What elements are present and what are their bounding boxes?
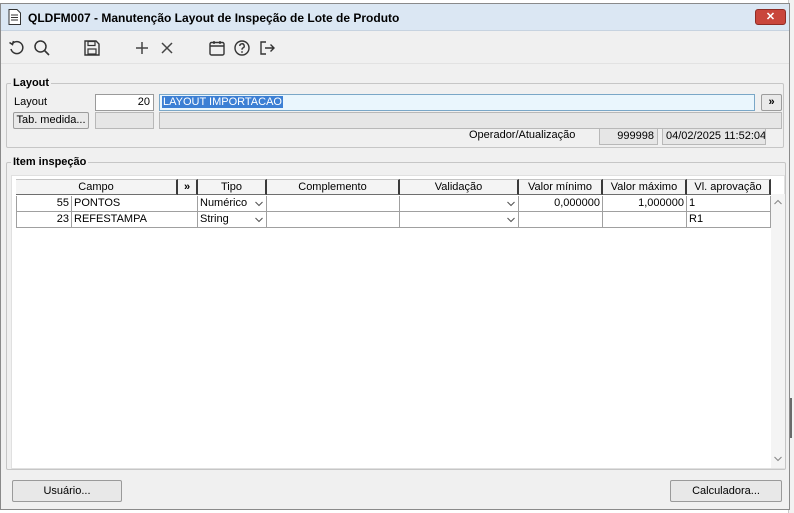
calculadora-button[interactable]: Calculadora... <box>670 480 782 502</box>
col-vl-aprovacao[interactable]: Vl. aprovação <box>687 179 771 195</box>
item-inspecao-group: Item inspeção Campo » Tipo Complemento V… <box>6 155 786 470</box>
campo-nome-cell[interactable]: REFESTAMPA <box>72 212 198 228</box>
double-chevron-icon: » <box>768 96 775 108</box>
double-chevron-icon: » <box>183 181 191 193</box>
exit-button[interactable] <box>257 38 277 58</box>
valor-maximo-cell[interactable] <box>603 212 687 228</box>
tipo-value: Numérico <box>200 197 248 209</box>
item-inspecao-legend: Item inspeção <box>11 155 89 169</box>
valor-minimo-cell[interactable] <box>519 212 603 228</box>
complemento-cell[interactable] <box>267 212 400 228</box>
layout-group: Layout Layout 20 LAYOUT IMPORTACAO » Tab… <box>6 76 784 148</box>
col-complemento[interactable]: Complemento <box>267 179 400 195</box>
col-expand-button[interactable]: » <box>178 179 198 195</box>
layout-code-field[interactable]: 20 <box>95 94 154 111</box>
tipo-value: String <box>200 213 229 225</box>
tipo-cell[interactable]: Numérico <box>198 196 267 212</box>
delete-button[interactable] <box>157 38 177 58</box>
chevron-down-icon[interactable] <box>774 456 782 462</box>
chevron-up-icon[interactable] <box>774 199 782 205</box>
valor-minimo-cell[interactable]: 0,000000 <box>519 196 603 212</box>
atualizacao-field: 04/02/2025 11:52:04 <box>662 128 766 145</box>
tipo-cell[interactable]: String <box>198 212 267 228</box>
layout-group-legend: Layout <box>11 76 52 90</box>
main-window: QLDFM007 - Manutenção Layout de Inspeção… <box>0 3 790 510</box>
calendar-button[interactable] <box>207 38 227 58</box>
operador-field: 999998 <box>599 128 658 145</box>
add-button[interactable] <box>132 38 152 58</box>
item-grid: Campo » Tipo Complemento Validação Valor… <box>11 175 785 469</box>
tab-medida-button[interactable]: Tab. medida... <box>13 112 89 129</box>
save-icon <box>84 40 100 56</box>
tab-medida-desc-field <box>159 112 782 129</box>
operador-label: Operador/Atualização <box>469 129 576 141</box>
layout-name-field[interactable]: LAYOUT IMPORTACAO <box>159 94 755 111</box>
document-icon <box>8 9 21 25</box>
search-button[interactable] <box>32 38 52 58</box>
campo-num-cell[interactable]: 23 <box>16 212 72 228</box>
search-icon <box>34 40 50 56</box>
validacao-cell[interactable] <box>400 196 519 212</box>
col-tipo[interactable]: Tipo <box>198 179 267 195</box>
tab-medida-label: Tab. medida... <box>16 114 86 126</box>
close-button[interactable]: ✕ <box>755 9 786 25</box>
toolbar <box>1 32 789 64</box>
col-valor-minimo[interactable]: Valor mínimo <box>519 179 603 195</box>
delete-icon <box>161 42 173 54</box>
col-validacao[interactable]: Validação <box>400 179 519 195</box>
save-button[interactable] <box>82 38 102 58</box>
calculadora-button-label: Calculadora... <box>692 485 760 497</box>
layout-label: Layout <box>14 96 48 108</box>
layout-name-value: LAYOUT IMPORTACAO <box>162 96 283 108</box>
col-valor-maximo[interactable]: Valor máximo <box>603 179 687 195</box>
usuario-button-label: Usuário... <box>43 485 91 497</box>
help-button[interactable] <box>232 38 252 58</box>
chevron-down-icon <box>507 201 515 207</box>
close-icon: ✕ <box>765 11 776 23</box>
valor-maximo-cell[interactable]: 1,000000 <box>603 196 687 212</box>
exit-icon <box>260 41 275 55</box>
complemento-cell[interactable] <box>267 196 400 212</box>
title-bar[interactable]: QLDFM007 - Manutenção Layout de Inspeção… <box>1 4 789 31</box>
col-campo[interactable]: Campo <box>16 179 178 195</box>
campo-num-cell[interactable]: 55 <box>16 196 72 212</box>
help-icon <box>234 40 250 56</box>
vl-aprovacao-cell[interactable]: 1 <box>687 196 771 212</box>
layout-lookup-button[interactable]: » <box>761 94 782 111</box>
usuario-button[interactable]: Usuário... <box>12 480 122 502</box>
vl-aprovacao-cell[interactable]: R1 <box>687 212 771 228</box>
background-scroll-mark <box>790 398 792 438</box>
undo-button[interactable] <box>7 38 27 58</box>
chevron-down-icon <box>255 217 263 223</box>
add-icon <box>136 42 148 54</box>
chevron-down-icon <box>507 217 515 223</box>
chevron-down-icon <box>255 201 263 207</box>
validacao-cell[interactable] <box>400 212 519 228</box>
undo-icon <box>9 40 24 55</box>
campo-nome-cell[interactable]: PONTOS <box>72 196 198 212</box>
calendar-icon <box>209 41 225 56</box>
tab-medida-field[interactable] <box>95 112 154 129</box>
window-title: QLDFM007 - Manutenção Layout de Inspeção… <box>28 11 400 25</box>
vertical-scrollbar[interactable] <box>771 194 785 468</box>
